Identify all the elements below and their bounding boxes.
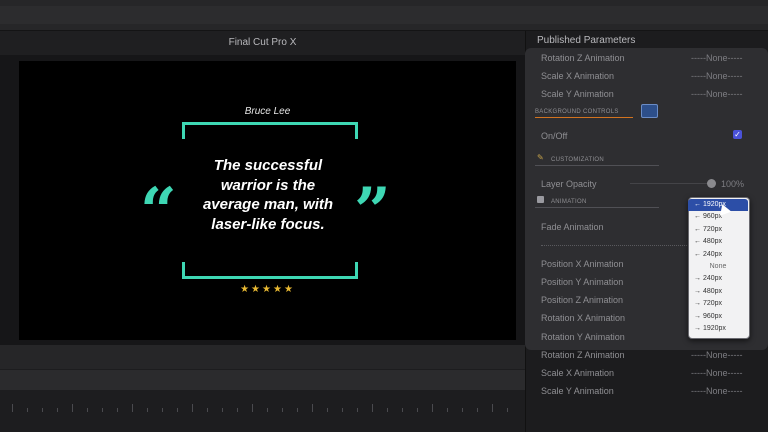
pencil-icon: ✎ (537, 153, 544, 162)
param-label: Position X Animation (541, 259, 624, 269)
open-quote-icon: “ (140, 174, 177, 249)
ruler-tick (237, 408, 238, 412)
ruler-tick (447, 408, 448, 412)
param-value[interactable]: -----None----- (691, 53, 743, 63)
background-controls-header: BACKGROUND CONTROLS (535, 109, 619, 115)
quote-line: laser-like focus. (211, 215, 325, 233)
param-value[interactable]: -----None----- (691, 71, 743, 81)
inspector-title: Published Parameters (537, 35, 636, 46)
timeline-toolbar (0, 370, 525, 390)
dropdown-option[interactable]: ← 720px (688, 224, 748, 236)
ruler-tick (477, 408, 478, 412)
fade-animation-label: Fade Animation (541, 222, 604, 232)
ruler-tick (87, 408, 88, 412)
ruler-tick (132, 404, 133, 412)
ruler-tick (372, 404, 373, 412)
ruler-tick (252, 404, 253, 412)
dropdown-option[interactable]: ← 240px (688, 249, 748, 261)
param-label: Rotation X Animation (541, 313, 626, 323)
quote-line: average man, with (202, 196, 334, 213)
animation-header: ANIMATION (551, 199, 587, 205)
param-label: Position Y Animation (541, 277, 624, 287)
ruler-tick (342, 408, 343, 412)
param-label: Rotation Z Animation (541, 350, 625, 360)
ruler-tick (162, 408, 163, 412)
animation-icon (537, 196, 544, 203)
ruler-tick (417, 408, 418, 412)
param-label: Rotation Z Animation (541, 53, 625, 63)
viewer-title: Final Cut Pro X (228, 37, 297, 48)
dropdown-option[interactable]: → 240px (688, 273, 748, 285)
section-underline (535, 117, 633, 118)
param-label: Scale X Animation (541, 368, 615, 378)
quote-author: Bruce Lee (244, 106, 291, 117)
ruler-tick (297, 408, 298, 412)
ruler-tick (312, 404, 313, 412)
param-value[interactable]: -----None----- (691, 350, 743, 360)
ruler-tick (12, 404, 13, 412)
ruler-tick (102, 408, 103, 412)
ruler-tick (357, 408, 358, 412)
on-off-checkbox[interactable]: ✓ (733, 130, 742, 139)
opacity-slider-track[interactable] (630, 183, 710, 184)
param-value[interactable]: -----None----- (691, 386, 743, 396)
dropdown-option[interactable]: → 480px (688, 286, 748, 298)
param-label: Scale Y Animation (541, 89, 614, 99)
param-label: Position Z Animation (541, 295, 624, 305)
ruler-tick (177, 408, 178, 412)
ruler-tick (147, 408, 148, 412)
close-quote-icon: ” (354, 174, 391, 249)
background-thumbnail[interactable] (641, 104, 658, 118)
on-off-label: On/Off (541, 131, 568, 141)
param-value[interactable]: -----None----- (691, 368, 743, 378)
ruler-tick (462, 408, 463, 412)
layer-opacity-label: Layer Opacity (541, 179, 597, 189)
quote-line: warrior is the (220, 176, 316, 194)
viewer-controls-bar (0, 345, 525, 369)
ruler-tick (57, 408, 58, 412)
param-label: Scale X Animation (541, 71, 615, 81)
bracket-bottom (182, 262, 358, 279)
ruler-tick (327, 408, 328, 412)
dropdown-option[interactable]: → 960px (688, 311, 748, 323)
ruler-tick (72, 404, 73, 412)
dropdown-option[interactable]: → 1920px (688, 323, 748, 335)
ruler-tick (387, 408, 388, 412)
ruler-tick (492, 404, 493, 412)
ruler-tick (207, 408, 208, 412)
ruler-tick (432, 404, 433, 412)
customization-header: CUSTOMIZATION (551, 157, 605, 163)
ruler-tick (282, 408, 283, 412)
ruler-tick (192, 404, 193, 412)
dropdown-option[interactable]: None (688, 261, 748, 273)
param-label: Rotation Y Animation (541, 332, 625, 342)
ruler-tick (42, 408, 43, 412)
section-divider (535, 165, 659, 166)
quote-text: The successful warrior is the average ma… (183, 156, 353, 234)
ruler-tick (222, 408, 223, 412)
param-value[interactable]: -----None----- (691, 89, 743, 99)
ruler-tick (402, 408, 403, 412)
param-label: Scale Y Animation (541, 386, 614, 396)
ruler-tick (117, 408, 118, 412)
quote-line: The successful (213, 157, 323, 174)
section-divider (535, 207, 659, 208)
dropdown-option[interactable]: → 720px (688, 298, 748, 310)
rating-stars: ★★★★★ (240, 284, 295, 295)
ruler-tick (267, 408, 268, 412)
bracket-top (182, 122, 358, 139)
opacity-slider-knob[interactable] (707, 179, 716, 188)
opacity-value: 100% (721, 179, 745, 189)
dropdown-option[interactable]: ← 480px (688, 236, 748, 248)
toolbar-strip (0, 6, 768, 24)
ruler-tick (507, 408, 508, 412)
ruler-tick (27, 408, 28, 412)
